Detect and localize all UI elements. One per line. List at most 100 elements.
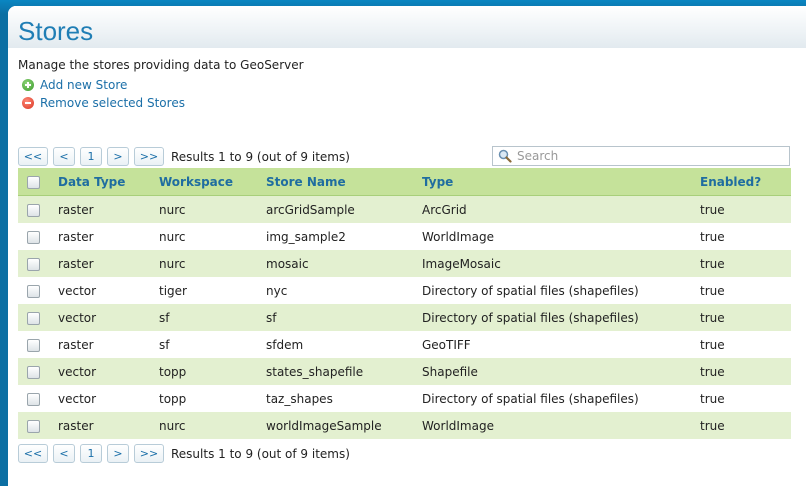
prev-page-button[interactable]: <: [53, 444, 75, 463]
add-store-link[interactable]: Add new Store: [22, 78, 127, 92]
type-cell: Directory of spatial files (shapefiles): [422, 277, 700, 304]
results-count: Results 1 to 9 (out of 9 items): [171, 446, 350, 461]
last-page-button[interactable]: >>: [134, 444, 164, 463]
add-icon: [22, 79, 34, 91]
row-select-cell: [18, 412, 58, 439]
add-store-label: Add new Store: [40, 78, 128, 92]
table-row: raster nurc img_sample2 WorldImage true: [18, 223, 791, 250]
data-type-cell: raster: [58, 331, 159, 358]
row-select-cell: [18, 250, 58, 277]
data-type-cell: raster: [58, 223, 159, 250]
type-cell: Shapefile: [422, 358, 700, 385]
page-title: Stores: [18, 16, 94, 46]
next-page-button[interactable]: >: [107, 147, 129, 166]
search-box[interactable]: [492, 146, 790, 166]
data-type-cell: vector: [58, 304, 159, 331]
table-row: vector sf sf Directory of spatial files …: [18, 304, 791, 331]
table-row: raster nurc arcGridSample ArcGrid true: [18, 195, 791, 223]
row-checkbox[interactable]: [27, 392, 40, 406]
remove-icon: [22, 97, 34, 109]
stores-table: Data Type Workspace Store Name Type Enab…: [18, 168, 791, 439]
column-header-workspace[interactable]: Workspace: [159, 168, 266, 196]
enabled-cell: true: [700, 195, 791, 223]
data-type-cell: vector: [58, 358, 159, 385]
select-all-checkbox[interactable]: [27, 175, 40, 189]
workspace-cell: tiger: [159, 277, 266, 304]
enabled-cell: true: [700, 277, 791, 304]
table-row: vector topp taz_shapes Directory of spat…: [18, 385, 791, 412]
data-type-cell: vector: [58, 277, 159, 304]
workspace-cell: nurc: [159, 250, 266, 277]
row-checkbox[interactable]: [27, 230, 40, 244]
enabled-cell: true: [700, 250, 791, 277]
store-name-cell: sf: [266, 304, 422, 331]
row-select-cell: [18, 277, 58, 304]
type-cell: WorldImage: [422, 412, 700, 439]
row-checkbox[interactable]: [27, 338, 40, 352]
type-cell: GeoTIFF: [422, 331, 700, 358]
table-row: raster nurc mosaic ImageMosaic true: [18, 250, 791, 277]
workspace-cell: nurc: [159, 412, 266, 439]
row-checkbox[interactable]: [27, 311, 40, 325]
type-cell: ArcGrid: [422, 195, 700, 223]
row-select-cell: [18, 304, 58, 331]
search-input[interactable]: [517, 149, 777, 163]
workspace-cell: nurc: [159, 223, 266, 250]
row-select-cell: [18, 195, 58, 223]
enabled-cell: true: [700, 358, 791, 385]
first-page-button[interactable]: <<: [18, 147, 48, 166]
row-checkbox[interactable]: [27, 257, 40, 271]
last-page-button[interactable]: >>: [134, 147, 164, 166]
store-name-cell: worldImageSample: [266, 412, 422, 439]
page-number-button[interactable]: 1: [80, 444, 102, 463]
next-page-button[interactable]: >: [107, 444, 129, 463]
title-bar: Stores: [8, 6, 806, 48]
row-select-cell: [18, 223, 58, 250]
remove-stores-link[interactable]: Remove selected Stores: [22, 96, 185, 110]
remove-stores-label: Remove selected Stores: [40, 96, 185, 110]
table-row: vector topp states_shapefile Shapefile t…: [18, 358, 791, 385]
type-cell: ImageMosaic: [422, 250, 700, 277]
content-panel: Stores Manage the stores providing data …: [8, 6, 806, 486]
workspace-cell: sf: [159, 304, 266, 331]
first-page-button[interactable]: <<: [18, 444, 48, 463]
workspace-cell: topp: [159, 385, 266, 412]
store-name-cell: nyc: [266, 277, 422, 304]
enabled-cell: true: [700, 385, 791, 412]
table-header-row: Data Type Workspace Store Name Type Enab…: [18, 168, 791, 196]
select-all-cell: [18, 168, 58, 196]
row-checkbox[interactable]: [27, 284, 40, 298]
store-name-cell: img_sample2: [266, 223, 422, 250]
store-name-cell: taz_shapes: [266, 385, 422, 412]
column-header-data-type[interactable]: Data Type: [58, 168, 159, 196]
column-header-enabled[interactable]: Enabled?: [700, 168, 791, 196]
column-header-type[interactable]: Type: [422, 168, 700, 196]
row-select-cell: [18, 358, 58, 385]
pager-bottom: << < 1 > >> Results 1 to 9 (out of 9 ite…: [18, 444, 350, 463]
row-checkbox[interactable]: [27, 203, 40, 217]
enabled-cell: true: [700, 304, 791, 331]
store-name-cell: arcGridSample: [266, 195, 422, 223]
workspace-cell: nurc: [159, 195, 266, 223]
row-checkbox[interactable]: [27, 365, 40, 379]
type-cell: Directory of spatial files (shapefiles): [422, 304, 700, 331]
store-name-cell: sfdem: [266, 331, 422, 358]
workspace-cell: topp: [159, 358, 266, 385]
page-description: Manage the stores providing data to GeoS…: [18, 58, 304, 72]
page-number-button[interactable]: 1: [80, 147, 102, 166]
column-header-store-name[interactable]: Store Name: [266, 168, 422, 196]
enabled-cell: true: [700, 412, 791, 439]
store-name-cell: mosaic: [266, 250, 422, 277]
store-name-cell: states_shapefile: [266, 358, 422, 385]
prev-page-button[interactable]: <: [53, 147, 75, 166]
enabled-cell: true: [700, 331, 791, 358]
data-type-cell: vector: [58, 385, 159, 412]
table-row: vector tiger nyc Directory of spatial fi…: [18, 277, 791, 304]
results-count: Results 1 to 9 (out of 9 items): [171, 149, 350, 164]
table-row: raster sf sfdem GeoTIFF true: [18, 331, 791, 358]
row-select-cell: [18, 385, 58, 412]
pager-top: << < 1 > >> Results 1 to 9 (out of 9 ite…: [18, 147, 350, 166]
workspace-cell: sf: [159, 331, 266, 358]
table-row: raster nurc worldImageSample WorldImage …: [18, 412, 791, 439]
row-checkbox[interactable]: [27, 419, 40, 433]
